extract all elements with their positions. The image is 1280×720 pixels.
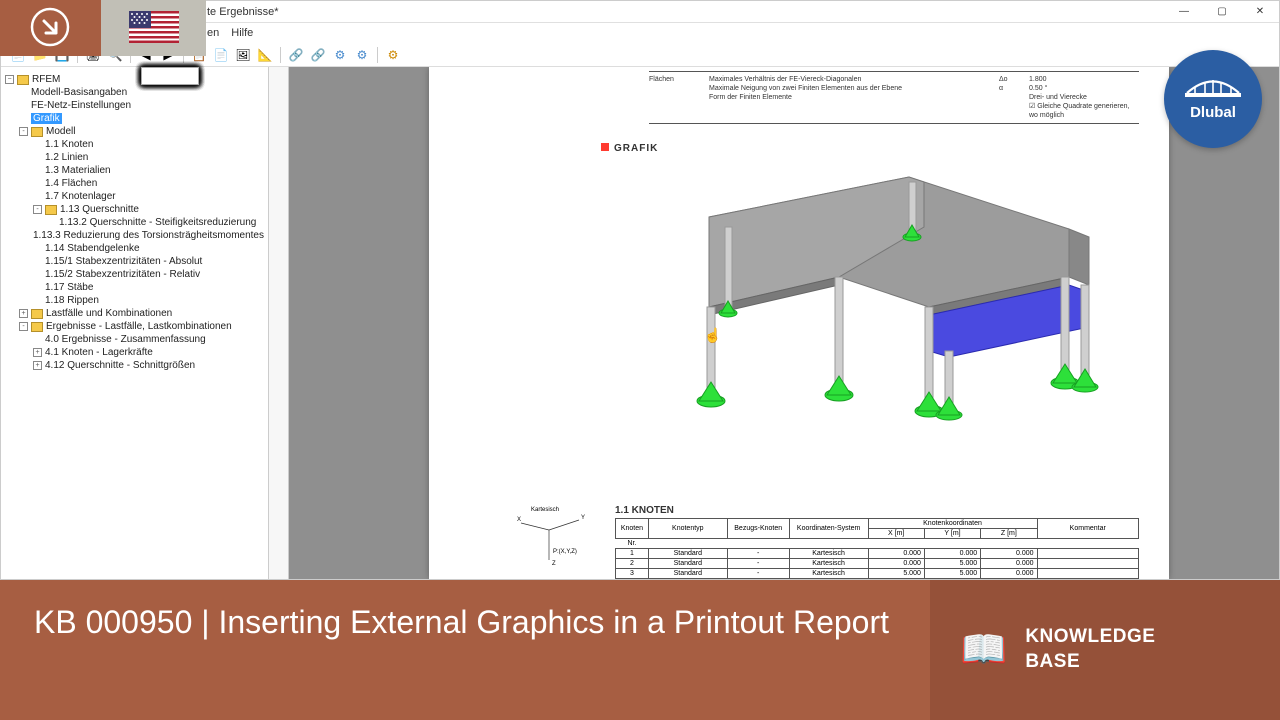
menu-item[interactable]: en (207, 27, 219, 39)
tree-item[interactable]: 1.1 Knoten (1, 138, 268, 151)
report-viewport[interactable]: FlächenMaximales Verhältnis der FE-Viere… (289, 67, 1279, 579)
menu-item[interactable]: Hilfe (231, 27, 253, 39)
tree-item[interactable]: +Lastfälle und Kombinationen (1, 307, 268, 320)
tree-root[interactable]: − RFEM (1, 73, 268, 86)
bridge-icon (1185, 78, 1241, 100)
tree-item[interactable]: 1.14 Stabendgelenke (1, 242, 268, 255)
knoten-table: Knoten Knotentyp Bezugs-Knoten Koordinat… (615, 518, 1139, 579)
close-button[interactable]: ✕ (1241, 1, 1279, 23)
banner-title: KB 000950 | Inserting External Graphics … (34, 602, 896, 642)
knoten-title: 1.1 KNOTEN (615, 505, 1139, 516)
tree-item[interactable]: FE-Netz-Einstellungen (1, 99, 268, 112)
svg-text:P:(X,Y,Z): P:(X,Y,Z) (553, 549, 577, 555)
app-window: te Ergebnisse* — ▢ ✕ en Hilfe 📄 📁 💾 🖨 🔍 … (0, 0, 1280, 580)
coord-axes-icon: X Y Z Kartesisch P:(X,Y,Z) (509, 505, 599, 575)
table-row: 3Standard-Kartesisch5.0005.0000.000 (616, 569, 1139, 579)
tree-item[interactable]: 1.13.2 Querschnitte - Steifigkeitsreduzi… (1, 216, 268, 229)
banner-category: KNOWLEDGEBASE (1025, 625, 1155, 674)
tree-item[interactable]: 1.18 Rippen (1, 294, 268, 307)
book-icon: 📖 (960, 628, 1007, 672)
tree-item[interactable]: 1.13.3 Reduzierung des Torsionsträgheits… (1, 229, 268, 242)
svg-text:Kartesisch: Kartesisch (531, 507, 559, 513)
navigator-tree[interactable]: − RFEM Modell-BasisangabenFE-Netz-Einste… (1, 67, 269, 579)
toolbar-button[interactable]: 📐 (256, 46, 274, 64)
flag-us-icon (101, 0, 206, 56)
grafik-label: GRAFIK (614, 143, 658, 154)
svg-text:Z: Z (552, 561, 556, 567)
tree-item[interactable]: 1.7 Knotenlager (1, 190, 268, 203)
minimize-button[interactable]: — (1165, 1, 1203, 23)
table-row: 1Standard-Kartesisch0.0000.0000.000 (616, 549, 1139, 559)
dlubal-logo: Dlubal (1164, 50, 1262, 148)
tree-item[interactable]: -Ergebnisse - Lastfälle, Lastkombination… (1, 320, 268, 333)
tree-item[interactable]: 4.0 Ergebnisse - Zusammenfassung (1, 333, 268, 346)
tree-item[interactable]: Modell-Basisangaben (1, 86, 268, 99)
banner: KB 000950 | Inserting External Graphics … (0, 580, 1280, 720)
window-title: te Ergebnisse* (207, 6, 1165, 18)
tree-item[interactable]: 1.15/1 Stabexzentrizitäten - Absolut (1, 255, 268, 268)
banner-left: KB 000950 | Inserting External Graphics … (0, 580, 930, 720)
spec-block: FlächenMaximales Verhältnis der FE-Viere… (649, 71, 1139, 124)
table-row: 2Standard-Kartesisch0.0005.0000.000 (616, 559, 1139, 569)
toolbar-button[interactable]: ⚙ (331, 46, 349, 64)
tree-item[interactable]: Grafik (1, 112, 268, 125)
toolbar-button[interactable]: 🔗 (287, 46, 305, 64)
tree-item[interactable]: -1.13 Querschnitte (1, 203, 268, 216)
tree-item[interactable]: -Modell (1, 125, 268, 138)
tree-item[interactable]: 1.17 Stäbe (1, 281, 268, 294)
tree-item[interactable]: +4.1 Knoten - Lagerkräfte (1, 346, 268, 359)
banner-right: 📖 KNOWLEDGEBASE (930, 580, 1280, 720)
toolbar-button[interactable]: 📄 (212, 46, 230, 64)
report-page: FlächenMaximales Verhältnis der FE-Viere… (429, 67, 1169, 579)
toolbar-button[interactable]: ⚙ (353, 46, 371, 64)
grafik-marker (601, 143, 609, 151)
knoten-section: 1.1 KNOTEN Knoten Knotentyp Bezugs-Knote… (615, 505, 1139, 579)
toolbar-button[interactable]: 🖼 (234, 46, 252, 64)
toolbar-button[interactable]: ⚙ (384, 46, 402, 64)
side-tab[interactable] (269, 67, 289, 579)
maximize-button[interactable]: ▢ (1203, 1, 1241, 23)
tree-item[interactable]: 1.2 Linien (1, 151, 268, 164)
model-3d-graphic (629, 157, 1109, 437)
tree-item[interactable]: 1.3 Materialien (1, 164, 268, 177)
svg-text:Y: Y (581, 515, 585, 521)
main-area: − RFEM Modell-BasisangabenFE-Netz-Einste… (1, 67, 1279, 579)
cursor-hand-icon: ☝ (704, 327, 721, 344)
brand-name: Dlubal (1190, 104, 1236, 121)
table-row: 4Standard-Kartesisch5.0000.0000.000 (616, 579, 1139, 580)
toolbar-button[interactable]: 🔗 (309, 46, 327, 64)
tree-item[interactable]: +4.12 Querschnitte - Schnittgrößen (1, 359, 268, 372)
arrow-badge (0, 0, 101, 56)
tree-item[interactable]: 1.15/2 Stabexzentrizitäten - Relativ (1, 268, 268, 281)
tree-item[interactable]: 1.4 Flächen (1, 177, 268, 190)
svg-text:X: X (517, 517, 521, 523)
